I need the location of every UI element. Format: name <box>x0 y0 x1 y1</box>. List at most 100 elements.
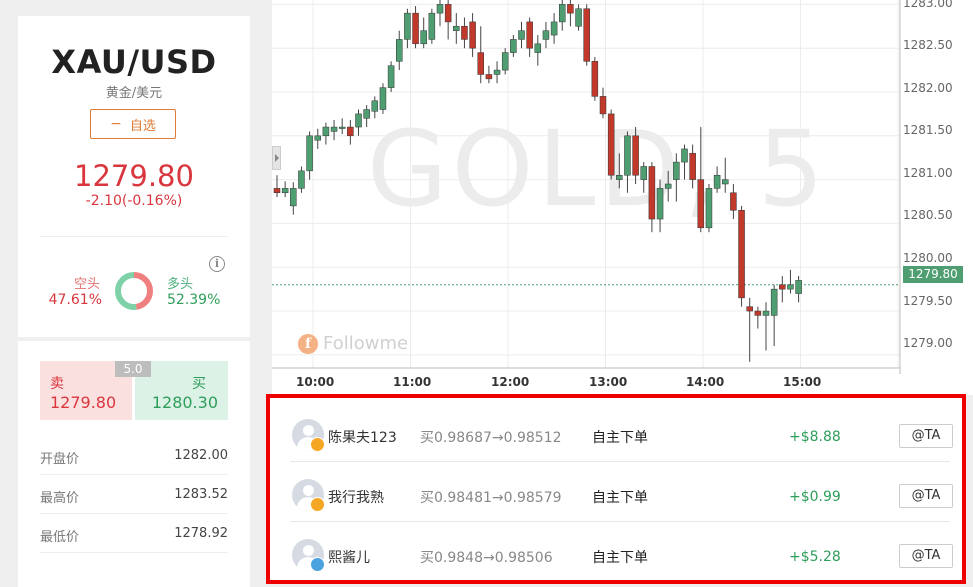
divider <box>40 236 228 237</box>
candle-body <box>347 126 354 137</box>
current-price: 1279.80 <box>74 159 194 193</box>
candle-body <box>599 96 607 115</box>
candle-body <box>550 21 558 36</box>
candle-body <box>583 8 590 62</box>
candle-body <box>379 87 387 110</box>
panel-collapse-toggle[interactable] <box>272 146 281 170</box>
candle-body <box>648 166 656 220</box>
y-tick-label: 1283.00 <box>903 0 953 10</box>
candle-body <box>673 161 680 180</box>
candle-body <box>664 183 672 189</box>
x-tick-label: 14:00 <box>686 375 725 389</box>
current-price-tag: 1279.80 <box>903 266 963 283</box>
stat-row-low: 最低价 1278.92 <box>40 514 228 553</box>
stat-row-open: 开盘价 1282.00 <box>40 436 228 475</box>
minus-icon: − <box>110 116 122 132</box>
candle-body <box>779 284 786 290</box>
candle-body <box>656 188 664 220</box>
sell-label: 卖 <box>50 376 64 392</box>
user-level-badge-icon <box>310 437 325 452</box>
candle-body <box>298 170 305 189</box>
candle-body <box>632 135 639 176</box>
sentiment-ring-chart <box>115 272 153 310</box>
candle-body <box>314 135 321 141</box>
candle-body <box>387 65 395 88</box>
stat-value: 1278.92 <box>174 526 228 541</box>
candle-body <box>754 310 762 316</box>
user-name[interactable]: 我行我熟 <box>328 487 384 507</box>
x-tick-label: 10:00 <box>296 375 335 389</box>
candle-body <box>567 4 574 14</box>
candle-body <box>355 113 362 128</box>
candle-body <box>681 148 688 163</box>
info-icon[interactable]: i <box>209 256 225 272</box>
candle-body <box>591 61 599 97</box>
buy-price: 1280.30 <box>151 393 218 412</box>
mention-button[interactable]: @TA <box>899 544 953 568</box>
x-tick-label: 15:00 <box>783 375 822 389</box>
candle-body <box>306 135 313 172</box>
order-type: 自主下单 <box>592 490 648 506</box>
candle-body <box>510 39 517 53</box>
mention-button[interactable]: @TA <box>899 424 953 448</box>
candle-body <box>338 126 346 129</box>
candle-body <box>722 179 729 185</box>
short-label: 空头 <box>73 277 100 292</box>
long-percentage: 52.39% <box>167 292 221 308</box>
trade-detail: 买0.9848→0.98506 <box>420 550 553 566</box>
candle-body <box>330 126 338 132</box>
watchlist-button[interactable]: − 自选 <box>90 109 176 139</box>
candle-body <box>493 69 501 75</box>
candle-body <box>640 166 647 180</box>
instrument-symbol: XAU/USD <box>51 43 217 81</box>
candlestick-plot[interactable] <box>272 0 973 395</box>
trade-activity-list: 陈果夫123 买0.98687→0.98512 自主下单 +$8.88 @TA … <box>266 394 966 584</box>
activity-row: 我行我熟 买0.98481→0.98579 自主下单 +$0.99 @TA <box>292 462 953 518</box>
y-tick-label: 1280.00 <box>903 251 953 265</box>
candle-body <box>322 126 330 137</box>
candle-body <box>770 288 778 316</box>
long-label: 多头 <box>167 277 194 292</box>
candle-body <box>526 21 533 49</box>
candle-body <box>461 26 468 40</box>
trade-detail: 买0.98481→0.98579 <box>420 490 562 506</box>
order-type: 自主下单 <box>592 550 648 566</box>
candle-body <box>371 100 379 112</box>
candle-body <box>412 12 419 45</box>
candle-body <box>575 8 582 27</box>
candle-body <box>477 52 484 75</box>
x-tick-label: 13:00 <box>589 375 628 389</box>
candle-body <box>738 210 745 299</box>
stat-label: 开盘价 <box>40 452 80 467</box>
y-tick-label: 1282.00 <box>903 81 953 95</box>
mention-button[interactable]: @TA <box>899 484 953 508</box>
user-name[interactable]: 陈果夫123 <box>328 427 397 447</box>
candle-body <box>363 109 370 119</box>
instrument-name: 黄金/美元 <box>105 86 163 101</box>
profit: +$5.28 <box>789 549 841 565</box>
stat-row-high: 最高价 1283.52 <box>40 475 228 514</box>
profit: +$0.99 <box>789 489 841 505</box>
price-change: -2.10(-0.16%) <box>85 193 183 209</box>
price-chart[interactable]: GOLD, 5 f Followme 1283.00 1282.50 1282.… <box>272 0 973 395</box>
y-tick-label: 1281.50 <box>903 123 953 137</box>
candle-body <box>534 43 542 53</box>
candle-body <box>453 26 460 31</box>
profit: +$8.88 <box>789 429 841 445</box>
candle-body <box>501 52 509 71</box>
short-percentage: 47.61% <box>48 292 102 308</box>
candle-body <box>542 30 550 40</box>
candle-body <box>518 30 525 40</box>
user-level-badge-icon <box>310 497 325 512</box>
candle-body <box>795 280 802 294</box>
user-name[interactable]: 熙酱儿 <box>328 547 370 567</box>
stat-value: 1282.00 <box>174 448 228 463</box>
candle-body <box>624 135 631 176</box>
candle-body <box>787 284 794 290</box>
y-tick-label: 1282.50 <box>903 38 953 52</box>
candle-body <box>281 188 289 194</box>
candle-body <box>404 12 411 40</box>
candle-body <box>730 192 737 211</box>
user-level-badge-icon <box>310 557 325 572</box>
y-tick-label: 1279.00 <box>903 336 953 350</box>
